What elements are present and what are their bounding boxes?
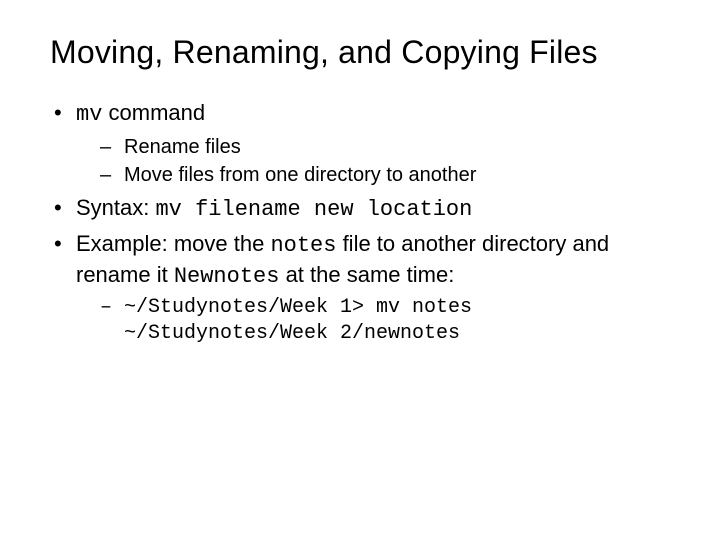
bullet-list: mv command Rename files Move files from … bbox=[50, 99, 670, 347]
sub-list-example: ~/Studynotes/Week 1> mv notes ~/Studynot… bbox=[76, 295, 670, 347]
bullet-example: Example: move the notes file to another … bbox=[50, 230, 670, 347]
text-syntax-label: Syntax: bbox=[76, 195, 155, 220]
sub-list-mv: Rename files Move files from one directo… bbox=[76, 134, 670, 188]
code-syntax: mv filename new location bbox=[155, 197, 472, 222]
example-line1: ~/Studynotes/Week 1> mv notes bbox=[124, 296, 472, 319]
slide: Moving, Renaming, and Copying Files mv c… bbox=[0, 0, 720, 540]
code-newnotes: Newnotes bbox=[174, 264, 280, 289]
example-line2: ~/Studynotes/Week 2/newnotes bbox=[124, 322, 460, 345]
sub-rename-files: Rename files bbox=[76, 134, 670, 160]
text-command: command bbox=[102, 100, 205, 125]
sub-example-command: ~/Studynotes/Week 1> mv notes ~/Studynot… bbox=[76, 295, 670, 347]
text-example-post: at the same time: bbox=[279, 262, 454, 287]
sub-move-files: Move files from one directory to another bbox=[76, 162, 670, 188]
text-example-pre: Example: move the bbox=[76, 231, 270, 256]
code-notes: notes bbox=[270, 233, 336, 258]
bullet-syntax: Syntax: mv filename new location bbox=[50, 194, 670, 225]
code-mv: mv bbox=[76, 102, 102, 127]
bullet-mv-command: mv command Rename files Move files from … bbox=[50, 99, 670, 188]
slide-title: Moving, Renaming, and Copying Files bbox=[50, 34, 670, 71]
